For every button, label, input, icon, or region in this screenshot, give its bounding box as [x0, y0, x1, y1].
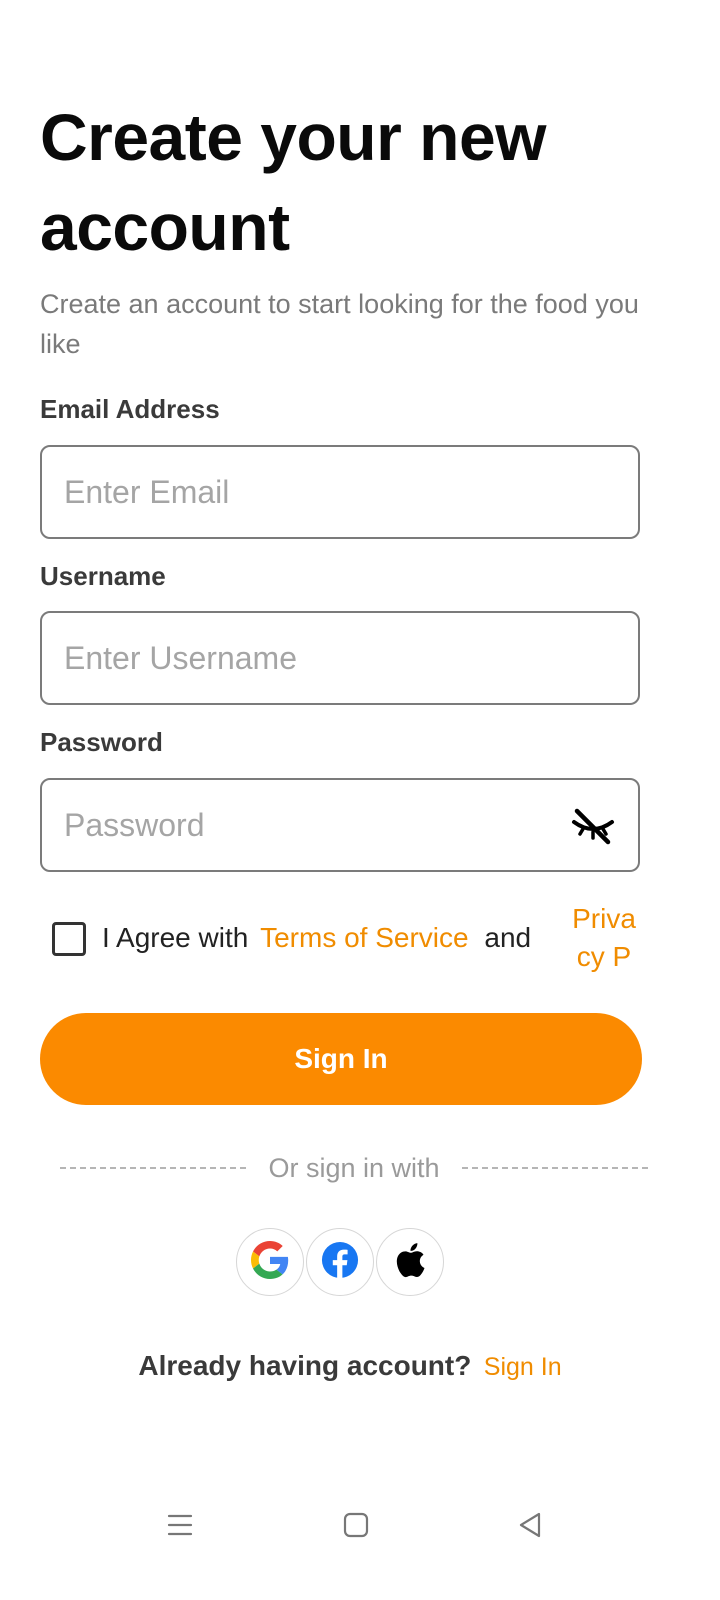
page-subtitle: Create an account to start looking for t… [40, 289, 639, 359]
divider-line-right [461, 1167, 648, 1169]
google-signin-button[interactable] [236, 1228, 304, 1296]
signin-prompt-row: Already having account? Sign In [0, 1350, 700, 1382]
username-input[interactable] [64, 639, 616, 677]
sign-in-link[interactable]: Sign In [484, 1353, 562, 1381]
apple-icon [393, 1242, 427, 1283]
agree-prefix: I Agree with [102, 922, 249, 953]
sign-in-button[interactable]: Sign In [40, 1013, 642, 1105]
username-label: Username [40, 561, 166, 591]
menu-icon[interactable] [160, 1505, 200, 1545]
username-field-box[interactable] [40, 611, 640, 705]
social-signin-row [236, 1228, 444, 1296]
back-triangle-icon[interactable] [510, 1505, 550, 1545]
agree-checkbox[interactable] [52, 922, 86, 956]
divider-line-left [60, 1167, 247, 1169]
email-input[interactable] [64, 473, 616, 511]
system-navigation-bar [0, 1490, 720, 1560]
home-square-icon[interactable] [336, 1505, 376, 1545]
password-label: Password [40, 727, 163, 757]
terms-of-service-link[interactable]: Terms of Service [260, 922, 469, 953]
email-field-box[interactable] [40, 445, 640, 539]
privacy-policy-link[interactable]: Privacy Po.. [568, 900, 640, 984]
page-title: Create your new account [40, 100, 547, 264]
terms-agreement-row: I Agree with Terms of Service and Privac… [52, 900, 652, 990]
email-label: Email Address [40, 394, 220, 424]
already-account-text: Already having account? [138, 1350, 472, 1381]
facebook-icon [321, 1241, 359, 1284]
agree-and-text: and [484, 922, 532, 953]
facebook-signin-button[interactable] [306, 1228, 374, 1296]
or-divider: Or sign in with [60, 1148, 648, 1188]
google-icon [251, 1240, 289, 1284]
agree-text: I Agree with Terms of Service and [102, 922, 531, 954]
divider-text: Or sign in with [268, 1152, 440, 1183]
eye-off-icon[interactable] [568, 800, 618, 850]
apple-signin-button[interactable] [376, 1228, 444, 1296]
password-field-box[interactable] [40, 778, 640, 872]
password-input[interactable] [64, 806, 568, 844]
